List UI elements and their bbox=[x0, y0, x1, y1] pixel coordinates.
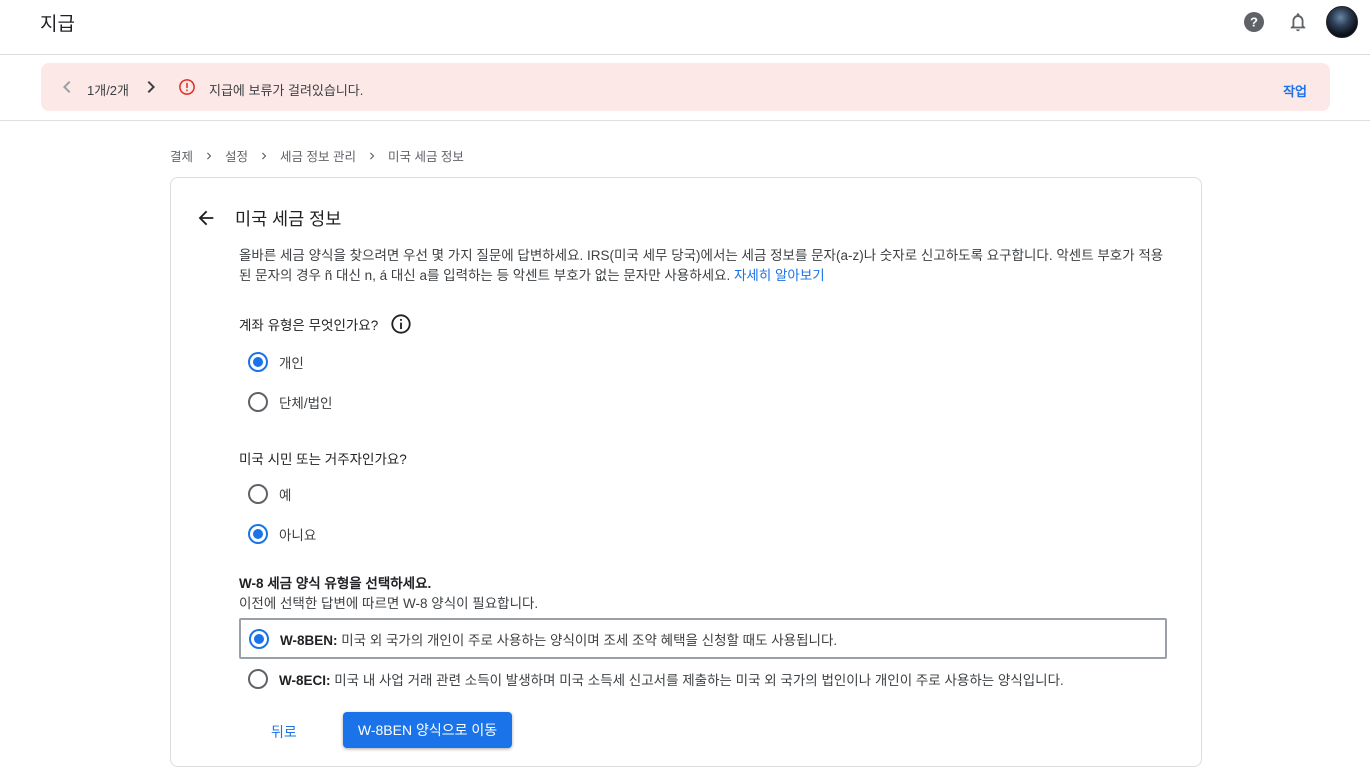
radio-label: 예 bbox=[279, 488, 292, 503]
w8ben-option[interactable]: W-8BEN: 미국 외 국가의 개인이 주로 사용하는 양식이며 조세 조약 … bbox=[239, 618, 1167, 659]
breadcrumb: 결제 설정 세금 정보 관리 미국 세금 정보 bbox=[170, 146, 464, 165]
back-button[interactable]: 뒤로 bbox=[257, 720, 311, 744]
radio-entity[interactable]: 단체/법인 bbox=[248, 392, 332, 412]
radio-label: 단체/법인 bbox=[279, 396, 333, 411]
alert-strip: 1개/2개 지급에 보류가 걸려있습니다. 작업 bbox=[0, 55, 1370, 121]
chevron-right-icon bbox=[202, 149, 216, 163]
radio-button[interactable] bbox=[248, 392, 268, 412]
chevron-right-icon bbox=[257, 149, 271, 163]
chevron-right-icon bbox=[147, 81, 155, 93]
svg-text:?: ? bbox=[1250, 15, 1258, 30]
account-type-label: 계좌 유형은 무엇인가요? bbox=[239, 318, 379, 333]
hold-alert: 1개/2개 지급에 보류가 걸려있습니다. 작업 bbox=[41, 63, 1330, 111]
pager-text: 1개/2개 bbox=[87, 83, 129, 98]
arrow-back-icon bbox=[198, 210, 214, 226]
w8eci-code: W-8ECI: bbox=[279, 672, 331, 688]
avatar[interactable] bbox=[1326, 6, 1358, 38]
breadcrumb-item-payments[interactable]: 결제 bbox=[170, 146, 193, 165]
chevron-right-icon bbox=[365, 149, 379, 163]
pager-prev-button[interactable] bbox=[55, 75, 79, 104]
help-icon: ? bbox=[1244, 12, 1264, 32]
top-icons: ? bbox=[1238, 6, 1358, 38]
card-title: 미국 세금 정보 bbox=[235, 209, 342, 229]
intro-body: 올바른 세금 양식을 찾으려면 우선 몇 가지 질문에 답변하세요. IRS(미… bbox=[239, 248, 1164, 283]
alert-action-button[interactable]: 작업 bbox=[1283, 81, 1307, 100]
radio-label: 아니요 bbox=[279, 528, 317, 543]
top-app-bar: 지급 ? bbox=[0, 0, 1370, 55]
bell-icon bbox=[1290, 13, 1306, 32]
pager-next-button[interactable] bbox=[139, 75, 163, 104]
account-type-question: 계좌 유형은 무엇인가요? bbox=[239, 313, 412, 335]
page-title: 지급 bbox=[40, 14, 75, 35]
breadcrumb-item-tax-info[interactable]: 세금 정보 관리 bbox=[280, 146, 356, 165]
radio-label: 개인 bbox=[279, 356, 304, 371]
radio-button[interactable] bbox=[249, 628, 269, 649]
w8eci-option[interactable]: W-8ECI: 미국 내 사업 거래 관련 소득이 발생하며 미국 소득세 신고… bbox=[239, 658, 1167, 699]
radio-button[interactable] bbox=[248, 668, 268, 689]
radio-button[interactable] bbox=[248, 484, 268, 504]
w8ben-desc: 미국 외 국가의 개인이 주로 사용하는 양식이며 조세 조약 혜택을 신청할 … bbox=[337, 632, 838, 648]
alert-message: 지급에 보류가 걸려있습니다. bbox=[209, 83, 364, 98]
notifications-button[interactable] bbox=[1282, 6, 1314, 38]
w8eci-text: W-8ECI: 미국 내 사업 거래 관련 소득이 발생하며 미국 소득세 신고… bbox=[279, 669, 1064, 689]
learn-more-link[interactable]: 자세히 알아보기 bbox=[734, 268, 825, 283]
info-icon[interactable] bbox=[390, 313, 412, 335]
continue-button[interactable]: W-8BEN 양식으로 이동 bbox=[343, 712, 512, 748]
radio-no[interactable]: 아니요 bbox=[248, 524, 316, 544]
us-tax-info-card: 미국 세금 정보 올바른 세금 양식을 찾으려면 우선 몇 가지 질문에 답변하… bbox=[170, 177, 1202, 767]
error-icon bbox=[178, 78, 196, 101]
w8ben-text: W-8BEN: 미국 외 국가의 개인이 주로 사용하는 양식이며 조세 조약 … bbox=[280, 629, 837, 649]
radio-yes[interactable]: 예 bbox=[248, 484, 291, 504]
chevron-left-icon bbox=[63, 81, 71, 93]
w8-heading: W-8 세금 양식 유형을 선택하세요. bbox=[239, 576, 432, 591]
w8eci-desc: 미국 내 사업 거래 관련 소득이 발생하며 미국 소득세 신고서를 제출하는 … bbox=[330, 672, 1064, 688]
help-button[interactable]: ? bbox=[1238, 6, 1270, 38]
radio-button[interactable] bbox=[248, 352, 268, 372]
breadcrumb-item-us-tax-info: 미국 세금 정보 bbox=[387, 150, 464, 164]
w8-subtext: 이전에 선택한 답변에 따르면 W-8 양식이 필요합니다. bbox=[239, 596, 539, 611]
radio-button[interactable] bbox=[248, 524, 268, 544]
breadcrumb-item-settings[interactable]: 설정 bbox=[225, 146, 248, 165]
radio-individual[interactable]: 개인 bbox=[248, 352, 304, 372]
back-arrow-button[interactable] bbox=[195, 207, 217, 234]
us-person-question: 미국 시민 또는 거주자인가요? bbox=[239, 452, 407, 467]
w8ben-code: W-8BEN: bbox=[280, 632, 338, 648]
intro-text: 올바른 세금 양식을 찾으려면 우선 몇 가지 질문에 답변하세요. IRS(미… bbox=[239, 246, 1169, 286]
